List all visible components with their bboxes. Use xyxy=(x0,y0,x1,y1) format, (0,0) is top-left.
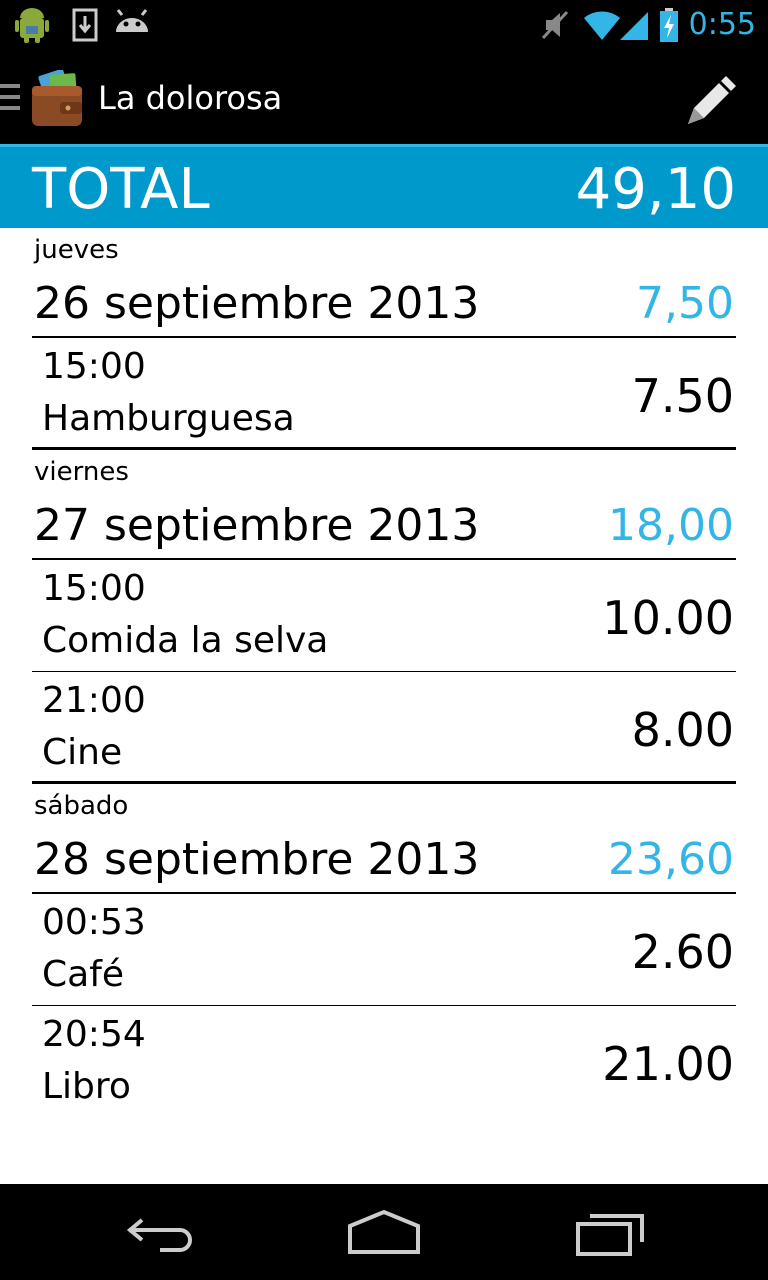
day-sum: 7,50 xyxy=(636,278,734,329)
day-header: 28 septiembre 2013 23,60 xyxy=(32,828,736,894)
app-title: La dolorosa xyxy=(98,79,283,117)
status-bar: 0:55 xyxy=(0,0,768,50)
day-weekday: jueves xyxy=(34,235,119,265)
wifi-icon xyxy=(584,11,620,40)
expense-row[interactable]: 00:53 Café 2.60 xyxy=(32,894,736,1006)
day-weekday: sábado xyxy=(34,791,129,821)
expense-amount: 8.00 xyxy=(631,703,734,757)
day-date: 26 septiembre 2013 xyxy=(34,278,480,329)
expense-description: Comida la selva xyxy=(42,620,329,661)
expense-time: 00:53 xyxy=(42,902,146,943)
expense-description: Libro xyxy=(42,1066,131,1107)
android-icon xyxy=(116,9,148,32)
expense-row[interactable]: 15:00 Comida la selva 10.00 xyxy=(32,560,736,672)
battery-charging-icon xyxy=(660,8,678,42)
day-group: viernes 27 septiembre 2013 18,00 15:00 C… xyxy=(0,450,768,784)
expense-amount: 21.00 xyxy=(602,1037,734,1091)
download-icon xyxy=(72,8,98,42)
expense-time: 21:00 xyxy=(42,680,146,721)
action-bar: La dolorosa xyxy=(0,50,768,144)
total-bar: TOTAL 49,10 xyxy=(0,144,768,228)
signal-icon xyxy=(620,12,648,40)
expense-time: 15:00 xyxy=(42,568,146,609)
android-debug-icon xyxy=(15,8,49,43)
pencil-icon[interactable] xyxy=(684,70,742,128)
expense-amount: 7.50 xyxy=(631,369,734,423)
day-header: 26 septiembre 2013 7,50 xyxy=(32,272,736,338)
back-icon[interactable] xyxy=(124,1206,196,1260)
day-sum: 23,60 xyxy=(608,834,734,885)
expense-description: Cine xyxy=(42,732,123,773)
status-time: 0:55 xyxy=(688,7,756,42)
expense-description: Hamburguesa xyxy=(42,398,295,439)
recents-icon[interactable] xyxy=(574,1206,646,1260)
drawer-indicator-icon[interactable] xyxy=(0,84,20,114)
wallet-icon[interactable] xyxy=(30,70,84,128)
navigation-bar xyxy=(0,1184,768,1280)
expense-list: jueves 26 septiembre 2013 7,50 15:00 Ham… xyxy=(0,228,768,1118)
day-weekday: viernes xyxy=(34,457,129,487)
mute-icon xyxy=(541,10,569,40)
expense-description: Café xyxy=(42,954,125,995)
expense-time: 20:54 xyxy=(42,1014,146,1055)
day-date: 27 septiembre 2013 xyxy=(34,500,480,551)
total-value: 49,10 xyxy=(575,157,736,222)
home-icon[interactable] xyxy=(346,1206,422,1260)
total-label: TOTAL xyxy=(32,157,210,222)
expense-amount: 2.60 xyxy=(631,925,734,979)
day-header: 27 septiembre 2013 18,00 xyxy=(32,494,736,560)
day-group: sábado 28 septiembre 2013 23,60 00:53 Ca… xyxy=(0,784,768,1118)
expense-row[interactable]: 15:00 Hamburguesa 7.50 xyxy=(32,338,736,450)
day-sum: 18,00 xyxy=(608,500,734,551)
expense-row[interactable]: 21:00 Cine 8.00 xyxy=(32,672,736,784)
day-group: jueves 26 septiembre 2013 7,50 15:00 Ham… xyxy=(0,228,768,450)
day-date: 28 septiembre 2013 xyxy=(34,834,480,885)
expense-row[interactable]: 20:54 Libro 21.00 xyxy=(32,1006,736,1118)
expense-amount: 10.00 xyxy=(602,591,734,645)
expense-time: 15:00 xyxy=(42,346,146,387)
